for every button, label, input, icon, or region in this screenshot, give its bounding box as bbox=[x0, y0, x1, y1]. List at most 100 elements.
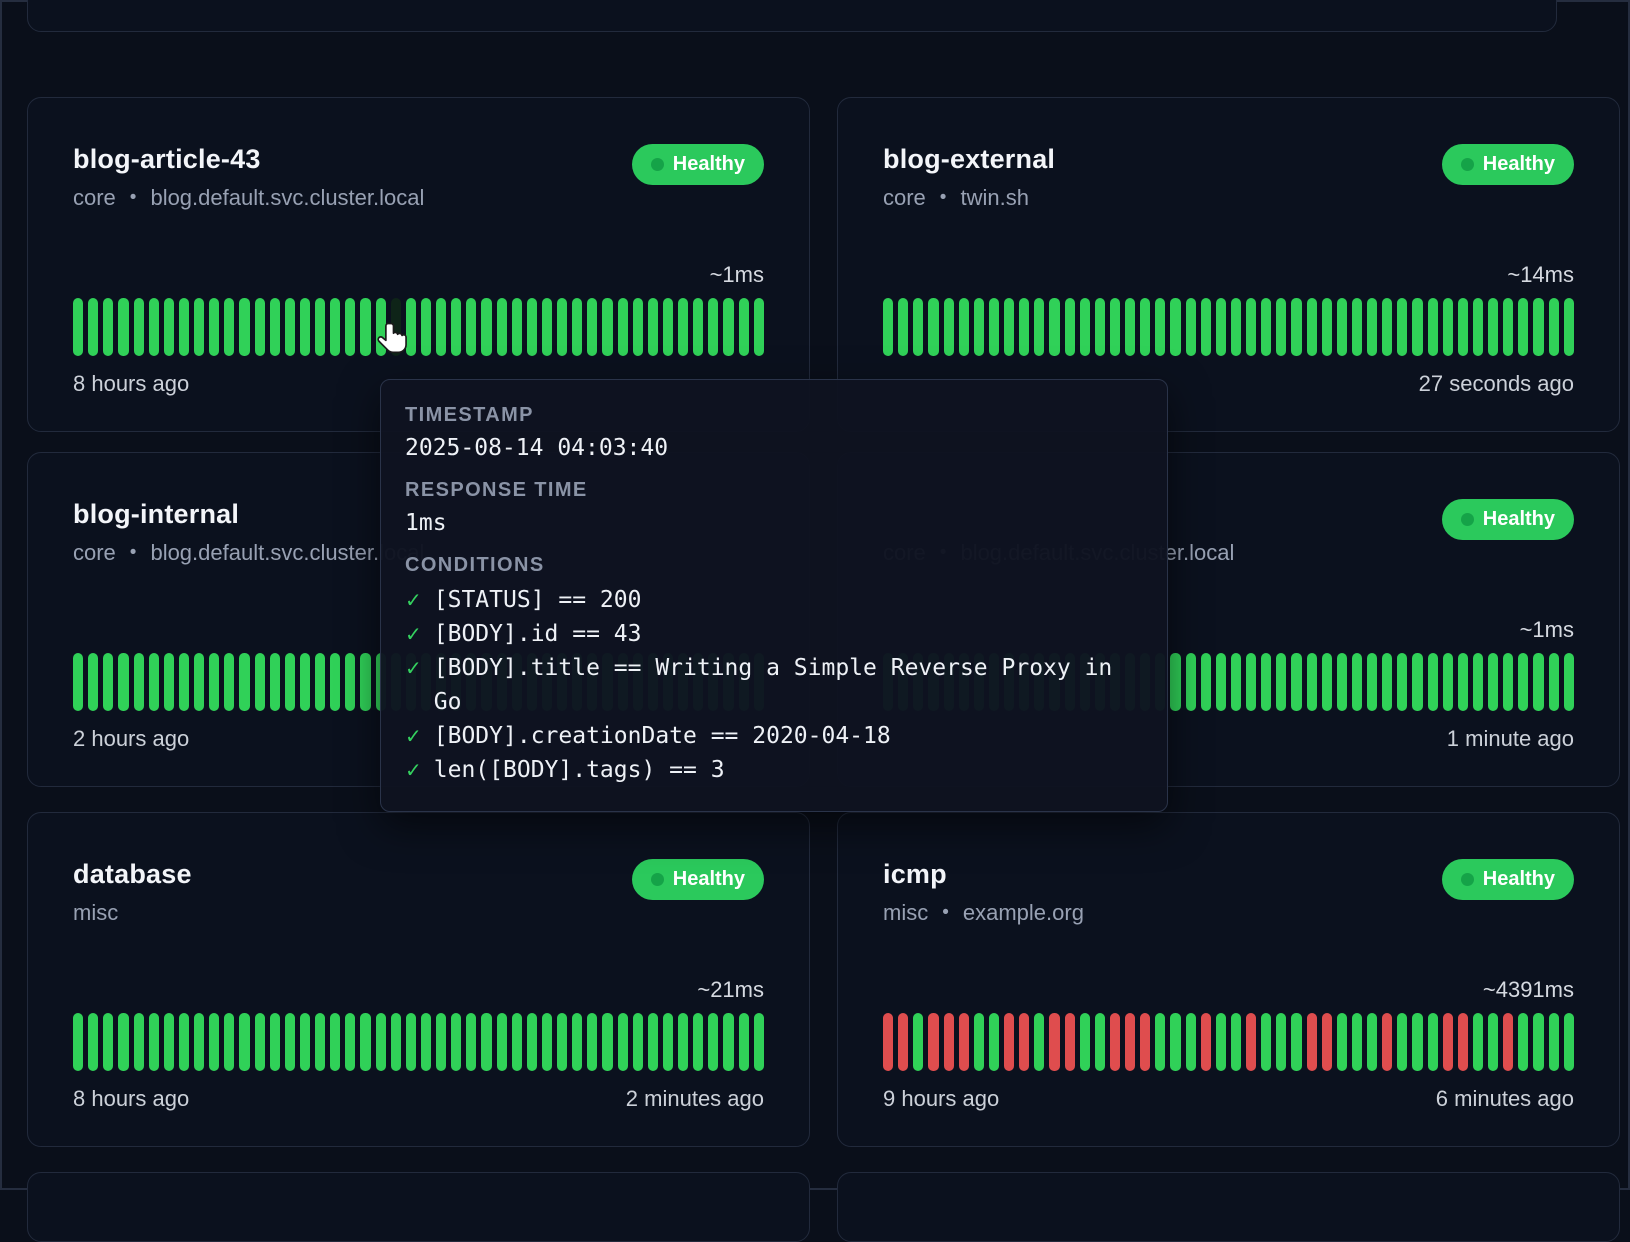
uptime-bar[interactable] bbox=[194, 298, 204, 356]
uptime-bar[interactable] bbox=[542, 298, 552, 356]
uptime-bar[interactable] bbox=[134, 1013, 144, 1071]
uptime-bar[interactable] bbox=[1503, 298, 1513, 356]
uptime-bar[interactable] bbox=[315, 653, 325, 711]
uptime-bar[interactable] bbox=[1246, 653, 1256, 711]
uptime-bar[interactable] bbox=[1216, 298, 1226, 356]
uptime-bar[interactable] bbox=[959, 298, 969, 356]
uptime-bar[interactable] bbox=[1291, 298, 1301, 356]
uptime-bar[interactable] bbox=[300, 1013, 310, 1071]
uptime-bar[interactable] bbox=[754, 1013, 764, 1071]
uptime-bar[interactable] bbox=[224, 298, 234, 356]
uptime-bar[interactable] bbox=[300, 298, 310, 356]
uptime-bar[interactable] bbox=[527, 298, 537, 356]
uptime-bar[interactable] bbox=[572, 1013, 582, 1071]
uptime-bar[interactable] bbox=[270, 298, 280, 356]
uptime-bar[interactable] bbox=[1004, 1013, 1014, 1071]
uptime-bar[interactable] bbox=[1276, 653, 1286, 711]
uptime-bar[interactable] bbox=[1352, 298, 1362, 356]
uptime-bar[interactable] bbox=[285, 298, 295, 356]
uptime-bar[interactable] bbox=[678, 1013, 688, 1071]
uptime-bar[interactable] bbox=[1412, 298, 1422, 356]
uptime-bar[interactable] bbox=[179, 298, 189, 356]
uptime-bar[interactable] bbox=[754, 298, 764, 356]
uptime-bar[interactable] bbox=[376, 1013, 386, 1071]
uptime-bar[interactable] bbox=[708, 298, 718, 356]
endpoint-card[interactable]: Healthy database misc • ~21ms 8 hours ag… bbox=[27, 812, 810, 1147]
uptime-bar[interactable] bbox=[391, 298, 401, 356]
uptime-bar[interactable] bbox=[73, 298, 83, 356]
uptime-bar[interactable] bbox=[1019, 1013, 1029, 1071]
uptime-bar[interactable] bbox=[1004, 298, 1014, 356]
uptime-bar[interactable] bbox=[1337, 1013, 1347, 1071]
uptime-bar[interactable] bbox=[1503, 653, 1513, 711]
uptime-bar[interactable] bbox=[1261, 653, 1271, 711]
uptime-bar[interactable] bbox=[1428, 653, 1438, 711]
uptime-bar[interactable] bbox=[1201, 653, 1211, 711]
uptime-bar[interactable] bbox=[239, 653, 249, 711]
uptime-bar[interactable] bbox=[1291, 653, 1301, 711]
uptime-bar[interactable] bbox=[974, 1013, 984, 1071]
uptime-bar[interactable] bbox=[1155, 1013, 1165, 1071]
uptime-bar[interactable] bbox=[1231, 298, 1241, 356]
uptime-bar[interactable] bbox=[345, 653, 355, 711]
uptime-bar[interactable] bbox=[179, 1013, 189, 1071]
uptime-bar[interactable] bbox=[1352, 653, 1362, 711]
uptime-bar[interactable] bbox=[974, 298, 984, 356]
uptime-bar[interactable] bbox=[1276, 298, 1286, 356]
uptime-bar[interactable] bbox=[1231, 653, 1241, 711]
uptime-bar[interactable] bbox=[1246, 1013, 1256, 1071]
uptime-bar[interactable] bbox=[1186, 298, 1196, 356]
uptime-bar[interactable] bbox=[633, 1013, 643, 1071]
uptime-bar[interactable] bbox=[898, 1013, 908, 1071]
uptime-bar[interactable] bbox=[928, 298, 938, 356]
uptime-bar[interactable] bbox=[103, 653, 113, 711]
uptime-bar[interactable] bbox=[118, 653, 128, 711]
uptime-bar[interactable] bbox=[1140, 1013, 1150, 1071]
uptime-bar[interactable] bbox=[1443, 653, 1453, 711]
uptime-bar[interactable] bbox=[1095, 1013, 1105, 1071]
uptime-bar[interactable] bbox=[1473, 653, 1483, 711]
uptime-bar[interactable] bbox=[330, 298, 340, 356]
uptime-bar[interactable] bbox=[134, 653, 144, 711]
uptime-bar[interactable] bbox=[481, 1013, 491, 1071]
uptime-bar[interactable] bbox=[1564, 1013, 1574, 1071]
uptime-bar[interactable] bbox=[739, 298, 749, 356]
uptime-bar[interactable] bbox=[421, 298, 431, 356]
uptime-bar[interactable] bbox=[1049, 298, 1059, 356]
uptime-bar[interactable] bbox=[1518, 653, 1528, 711]
uptime-bar[interactable] bbox=[134, 298, 144, 356]
uptime-bar[interactable] bbox=[88, 298, 98, 356]
uptime-bar[interactable] bbox=[1080, 1013, 1090, 1071]
uptime-bar[interactable] bbox=[557, 1013, 567, 1071]
uptime-bar[interactable] bbox=[708, 1013, 718, 1071]
uptime-bar[interactable] bbox=[1216, 653, 1226, 711]
uptime-bar[interactable] bbox=[497, 1013, 507, 1071]
uptime-bar[interactable] bbox=[693, 298, 703, 356]
uptime-bar[interactable] bbox=[1503, 1013, 1513, 1071]
uptime-bar[interactable] bbox=[1337, 653, 1347, 711]
uptime-bar[interactable] bbox=[1397, 1013, 1407, 1071]
uptime-bar[interactable] bbox=[648, 298, 658, 356]
uptime-bar[interactable] bbox=[1367, 1013, 1377, 1071]
uptime-bar[interactable] bbox=[1518, 298, 1528, 356]
uptime-bar[interactable] bbox=[1458, 298, 1468, 356]
uptime-bar[interactable] bbox=[587, 1013, 597, 1071]
uptime-bar[interactable] bbox=[1488, 653, 1498, 711]
uptime-bar[interactable] bbox=[149, 653, 159, 711]
uptime-bar[interactable] bbox=[1307, 1013, 1317, 1071]
uptime-bar[interactable] bbox=[989, 1013, 999, 1071]
uptime-bar[interactable] bbox=[360, 298, 370, 356]
uptime-bar[interactable] bbox=[959, 1013, 969, 1071]
uptime-bar[interactable] bbox=[239, 298, 249, 356]
uptime-bar[interactable] bbox=[1533, 298, 1543, 356]
uptime-bar[interactable] bbox=[678, 298, 688, 356]
uptime-bar[interactable] bbox=[1367, 298, 1377, 356]
uptime-bar[interactable] bbox=[179, 653, 189, 711]
uptime-bar[interactable] bbox=[315, 298, 325, 356]
uptime-bar[interactable] bbox=[1034, 298, 1044, 356]
uptime-bar[interactable] bbox=[164, 1013, 174, 1071]
uptime-bar[interactable] bbox=[315, 1013, 325, 1071]
uptime-bar[interactable] bbox=[1216, 1013, 1226, 1071]
uptime-bar[interactable] bbox=[527, 1013, 537, 1071]
uptime-bar[interactable] bbox=[73, 1013, 83, 1071]
